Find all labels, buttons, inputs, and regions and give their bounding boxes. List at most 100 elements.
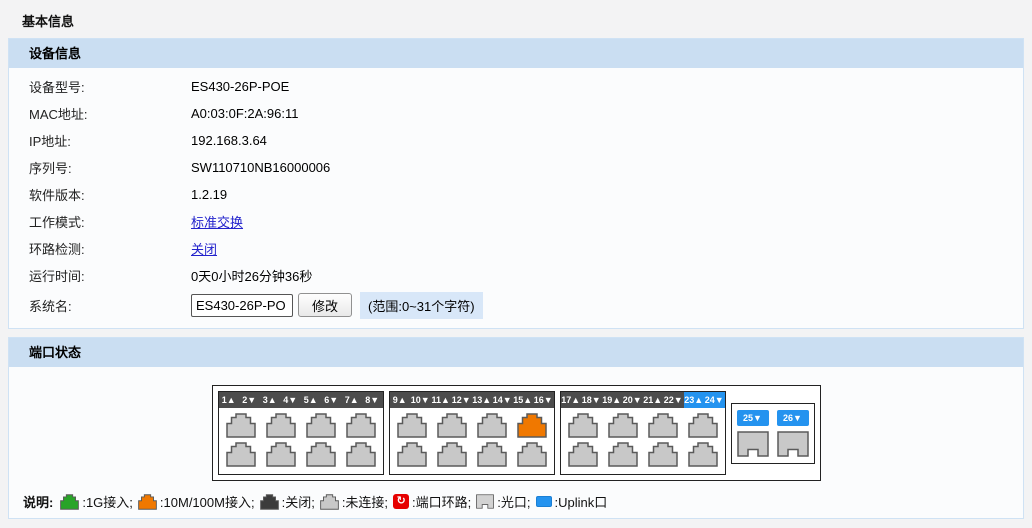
port-21-icon[interactable] <box>648 413 678 438</box>
port-13-icon[interactable] <box>477 413 507 438</box>
legend-label: :未连接; <box>342 492 388 511</box>
port-6-icon[interactable] <box>306 442 336 467</box>
port-22-icon[interactable] <box>648 442 678 467</box>
port-15-icon[interactable] <box>517 413 547 438</box>
port-5-icon[interactable] <box>306 413 336 438</box>
port-group-header: 17▲18▼19▲20▼21▲22▼23▲24▼ <box>561 392 725 408</box>
info-value-link[interactable]: 关闭 <box>191 239 217 258</box>
legend-item: :关闭; <box>260 492 315 511</box>
port-3-icon[interactable] <box>266 413 296 438</box>
port-19-icon[interactable] <box>608 413 638 438</box>
info-label: 系统名: <box>29 296 191 315</box>
legend-label: :Uplink口 <box>555 492 608 511</box>
info-value: 1.2.19 <box>191 187 227 202</box>
port-group-1: 1▲2▼3▲4▼5▲6▼7▲8▼ <box>218 391 384 475</box>
port-14-icon[interactable] <box>477 442 507 467</box>
port-9-icon[interactable] <box>397 413 427 438</box>
port-20-icon[interactable] <box>608 442 638 467</box>
port-status-header: 端口状态 <box>9 338 1023 367</box>
fiber-port-column: 26▼ <box>777 410 809 457</box>
legend-label: :1G接入; <box>82 492 133 511</box>
port-label: 4▼ <box>280 392 301 408</box>
system-name-input[interactable] <box>191 294 293 317</box>
port-grid <box>219 408 383 474</box>
port-23-icon[interactable] <box>688 413 718 438</box>
port-label: 1▲ <box>219 392 240 408</box>
range-hint: (范围:0~31个字符) <box>360 292 483 319</box>
rj45-gray-icon <box>320 494 339 510</box>
uplink-icon <box>536 496 552 507</box>
port-label: 8▼ <box>362 392 383 408</box>
legend-label: :关闭; <box>282 492 315 511</box>
port-2-icon[interactable] <box>226 442 256 467</box>
info-row: 工作模式:标准交换 <box>9 208 1023 235</box>
port-label: 24▼ <box>704 392 725 408</box>
port-11-icon[interactable] <box>437 413 467 438</box>
legend-item: :Uplink口 <box>536 492 608 511</box>
info-label: 设备型号: <box>29 77 191 96</box>
info-row: 运行时间:0天0小时26分钟36秒 <box>9 262 1023 289</box>
info-row: 环路检测:关闭 <box>9 235 1023 262</box>
port-label: 20▼ <box>622 392 643 408</box>
device-info-body: 设备型号:ES430-26P-POEMAC地址:A0:03:0F:2A:96:1… <box>9 68 1023 328</box>
port-label: 7▲ <box>342 392 363 408</box>
fiber-port-icon <box>476 494 494 509</box>
port-label: 14▼ <box>492 392 513 408</box>
port-10-icon[interactable] <box>397 442 427 467</box>
port-7-icon[interactable] <box>346 413 376 438</box>
info-label: 工作模式: <box>29 212 191 231</box>
port-12-icon[interactable] <box>437 442 467 467</box>
info-label: 环路检测: <box>29 239 191 258</box>
port-label: 2▼ <box>239 392 260 408</box>
info-value: A0:03:0F:2A:96:11 <box>191 106 298 121</box>
port-label: 10▼ <box>410 392 431 408</box>
legend-title: 说明: <box>23 492 53 511</box>
port-label: 6▼ <box>321 392 342 408</box>
port-label: 3▲ <box>260 392 281 408</box>
device-info-panel: 设备信息 设备型号:ES430-26P-POEMAC地址:A0:03:0F:2A… <box>8 38 1024 329</box>
info-row: MAC地址:A0:03:0F:2A:96:11 <box>9 100 1023 127</box>
port-group-3: 17▲18▼19▲20▼21▲22▼23▲24▼ <box>560 391 726 475</box>
port-grid <box>561 408 725 474</box>
info-row: 设备型号:ES430-26P-POE <box>9 73 1023 100</box>
port-16-icon[interactable] <box>517 442 547 467</box>
fiber-port-column: 25▼ <box>737 410 769 457</box>
port-1-icon[interactable] <box>226 413 256 438</box>
port-24-icon[interactable] <box>688 442 718 467</box>
port-label: 23▲ <box>684 392 705 408</box>
port-label: 22▼ <box>663 392 684 408</box>
legend: 说明: :1G接入; :10M/100M接入; :关闭; :未连接; ↻:端口环路; :光口… <box>23 492 1023 511</box>
port-25-icon[interactable] <box>737 431 769 457</box>
port-26-icon[interactable] <box>777 431 809 457</box>
legend-label: :端口环路; <box>412 492 471 511</box>
port-18-icon[interactable] <box>568 442 598 467</box>
port-group-header: 1▲2▼3▲4▼5▲6▼7▲8▼ <box>219 392 383 408</box>
info-label: 序列号: <box>29 158 191 177</box>
info-value: 0天0小时26分钟36秒 <box>191 266 312 285</box>
info-row: 序列号:SW110710NB16000006 <box>9 154 1023 181</box>
port-label: 21▲ <box>643 392 664 408</box>
port-label: 12▼ <box>451 392 472 408</box>
port-group-2: 9▲10▼11▲12▼13▲14▼15▲16▼ <box>389 391 555 475</box>
legend-item: ↻:端口环路; <box>393 492 471 511</box>
port-status-panel: 端口状态 1▲2▼3▲4▼5▲6▼7▲8▼ 9▲10▼11▲12▼13▲14▼15… <box>8 337 1024 519</box>
info-value-link[interactable]: 标准交换 <box>191 212 243 231</box>
port-label: 19▲ <box>602 392 623 408</box>
port-17-icon[interactable] <box>568 413 598 438</box>
port-label: 18▼ <box>581 392 602 408</box>
legend-label: :10M/100M接入; <box>160 492 255 511</box>
port-8-icon[interactable] <box>346 442 376 467</box>
modify-button[interactable]: 修改 <box>298 293 352 317</box>
port-label: 26▼ <box>777 410 809 426</box>
legend-label: :光口; <box>497 492 530 511</box>
info-label: 软件版本: <box>29 185 191 204</box>
legend-item: :未连接; <box>320 492 388 511</box>
port-label: 13▲ <box>472 392 493 408</box>
port-diagram: 1▲2▼3▲4▼5▲6▼7▲8▼9▲10▼11▲12▼13▲14▼15▲16▼1… <box>212 385 821 481</box>
loop-icon: ↻ <box>393 494 409 509</box>
fiber-port-group: 25▼ 26▼ <box>731 403 815 464</box>
port-group-header: 9▲10▼11▲12▼13▲14▼15▲16▼ <box>390 392 554 408</box>
port-4-icon[interactable] <box>266 442 296 467</box>
port-status-body: 1▲2▼3▲4▼5▲6▼7▲8▼9▲10▼11▲12▼13▲14▼15▲16▼1… <box>9 367 1023 518</box>
info-value: ES430-26P-POE <box>191 79 289 94</box>
